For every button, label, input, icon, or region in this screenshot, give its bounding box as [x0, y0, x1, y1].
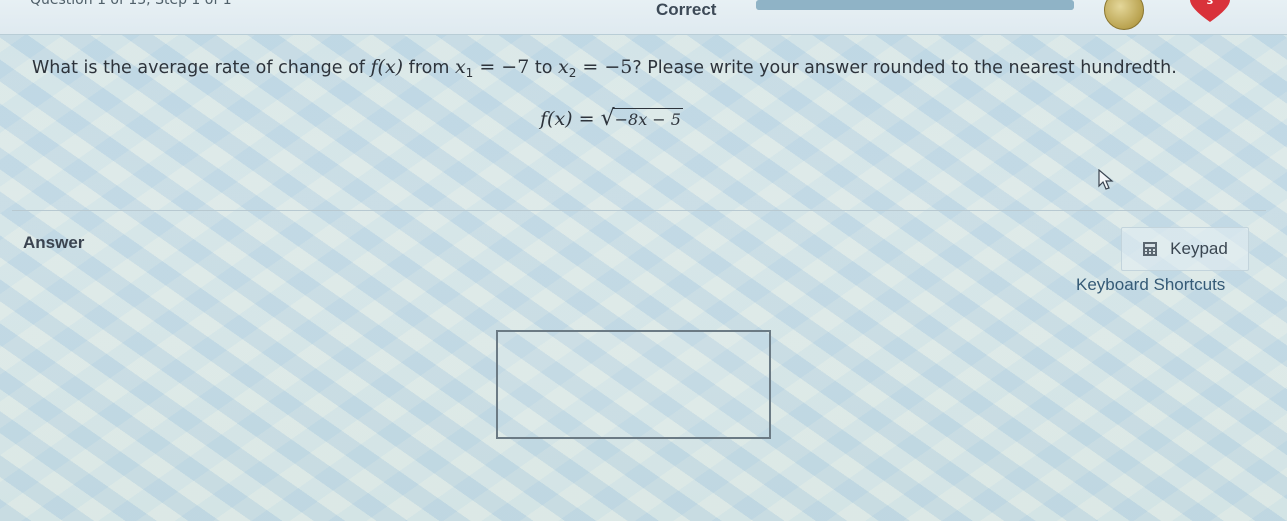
prompt-from: from — [403, 58, 455, 78]
x1-value: = −7 — [473, 56, 530, 78]
keyboard-shortcuts-link[interactable]: Keyboard Shortcuts — [1076, 275, 1225, 295]
coin-icon — [1104, 0, 1144, 30]
calculator-icon — [1143, 242, 1158, 256]
top-bar: Question 1 of 13, Step 1 of 1 Correct 3 — [0, 0, 1287, 35]
keypad-label: Keypad — [1170, 239, 1228, 258]
answer-label: Answer — [23, 233, 85, 252]
x1-variable: x — [454, 56, 466, 78]
equation-radicand: −8x − 5 — [612, 108, 683, 129]
question-card: What is the average rate of change of f(… — [12, 34, 1266, 211]
function-notation: f(x) — [370, 56, 404, 78]
keypad-button[interactable]: Keypad — [1121, 227, 1249, 271]
prompt-text-end: ? Please write your answer rounded to th… — [632, 58, 1177, 78]
breadcrumb: Question 1 of 13, Step 1 of 1 — [30, 0, 232, 8]
equation-lhs: f(x) = — [540, 108, 601, 130]
mouse-cursor-icon — [1098, 169, 1114, 190]
x2-variable: x — [558, 56, 569, 78]
x2-value: = −5 — [576, 56, 633, 78]
function-equation: f(x) = √−8x − 5 — [540, 106, 683, 131]
answer-input[interactable] — [496, 330, 771, 439]
heart-count: 3 — [1206, 0, 1214, 7]
progress-bar — [756, 0, 1074, 10]
progress-fill — [756, 0, 1074, 10]
status-correct-label: Correct — [656, 0, 717, 19]
prompt-text-start: What is the average rate of change of — [32, 58, 371, 78]
prompt-to: to — [529, 58, 559, 78]
question-prompt: What is the average rate of change of f(… — [32, 56, 1177, 80]
